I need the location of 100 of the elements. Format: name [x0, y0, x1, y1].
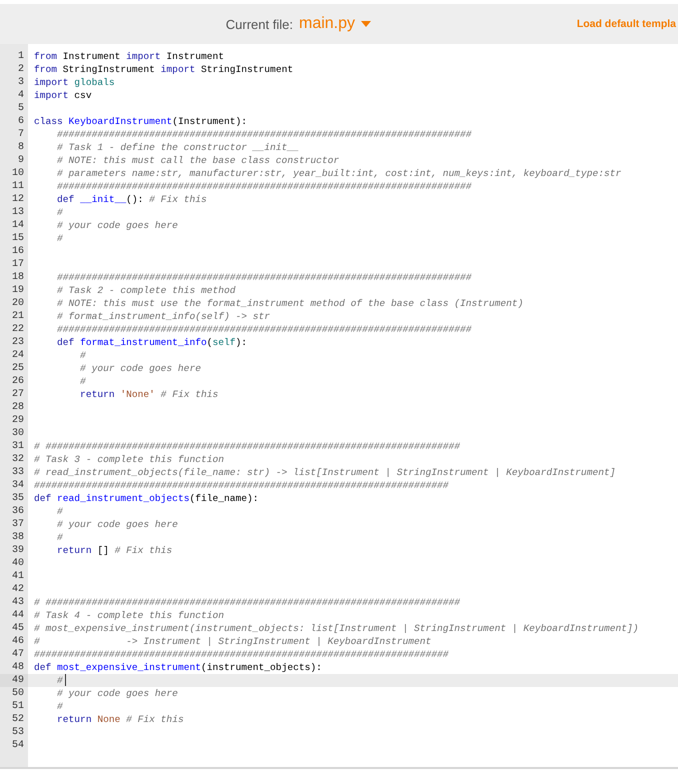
code-line: # NOTE: this must use the format_instrument method of the base class (Instrument)	[56, 297, 524, 310]
code-line: # your code goes here	[56, 518, 178, 531]
current-file-label: Current file:	[226, 16, 293, 32]
code-line: def __init__(): # Fix this	[56, 193, 207, 206]
line-number: 35	[10, 492, 25, 505]
line-number: 25	[10, 362, 25, 375]
line-number: 5	[16, 102, 25, 115]
code-line: def most_expensive_instrument(instrument_objects):	[33, 661, 322, 674]
code-line: #	[79, 375, 86, 388]
line-number: 21	[10, 310, 25, 323]
code-line: # NOTE: this must call the base class constructor	[56, 154, 340, 167]
code-line: ########################################################################	[56, 180, 472, 193]
code-line: # -> Instrument | StringInstrument | KeyboardInstrument	[33, 635, 432, 648]
code-line: # Task 3 - complete this function	[33, 453, 224, 466]
line-number: 54	[10, 739, 25, 752]
line-number: 34	[10, 479, 25, 492]
code-line: import csv	[33, 89, 92, 102]
code-line: # parameters name:str, manufacturer:str, year_built:int, cost:int, num_keys:int, keyboard_type:str	[56, 167, 622, 180]
line-number: 16	[10, 245, 25, 258]
line-number: 10	[10, 167, 25, 180]
code-line: # your code goes here	[79, 362, 201, 375]
line-number: 31	[10, 440, 25, 453]
line-number: 40	[10, 557, 25, 570]
line-number: 18	[10, 271, 25, 284]
line-number: 4	[16, 89, 25, 102]
code-line: ########################################################################	[56, 271, 472, 284]
line-number: 19	[10, 284, 25, 297]
line-number: 15	[10, 232, 25, 245]
code-line: ########################################################################	[56, 323, 472, 336]
line-number: 47	[10, 648, 25, 661]
code-line: #	[56, 206, 63, 219]
line-number: 22	[10, 323, 25, 336]
code-line: # ########################################################################	[33, 596, 460, 609]
line-number: 20	[10, 297, 25, 310]
code-line: #	[56, 232, 63, 245]
line-number: 6	[16, 115, 25, 128]
line-number: 42	[10, 583, 25, 596]
text-cursor	[64, 674, 66, 686]
line-number: 39	[10, 544, 25, 557]
code-line: def read_instrument_objects(file_name):	[33, 492, 259, 505]
line-number: 45	[10, 622, 25, 635]
code-line: # your code goes here	[56, 219, 178, 232]
code-line: #	[79, 349, 86, 362]
code-line: return [] # Fix this	[56, 544, 172, 557]
line-number: 33	[10, 466, 25, 479]
line-number: 26	[10, 375, 25, 388]
code-line: # Task 2 - complete this method	[56, 284, 236, 297]
line-number: 41	[10, 570, 25, 583]
line-number: 38	[10, 531, 25, 544]
line-number: 11	[10, 180, 25, 193]
caret-icon	[361, 21, 372, 27]
code-line: ########################################################################	[33, 648, 449, 661]
line-number: 12	[10, 193, 25, 206]
line-number: 2	[16, 63, 25, 76]
code-line: ########################################################################	[33, 479, 449, 492]
code-editor[interactable]	[0, 44, 678, 769]
line-number: 29	[10, 414, 25, 427]
code-line: # most_expensive_instrument(instrument_objects: list[Instrument | StringInstrument | KeyboardInstrument])	[33, 622, 639, 635]
line-number: 1	[16, 50, 25, 63]
code-line: # read_instrument_objects(file_name: str) -> list[Instrument | StringInstrument | KeyboardInstrument]	[33, 466, 616, 479]
line-number: 36	[10, 505, 25, 518]
line-number: 9	[16, 154, 25, 167]
file-dropdown[interactable]: main.py	[298, 15, 372, 33]
line-number: 48	[10, 661, 25, 674]
code-line: # format_instrument_info(self) -> str	[56, 310, 270, 323]
code-line: ########################################################################	[56, 128, 472, 141]
code-line: return 'None' # Fix this	[79, 388, 218, 401]
code-line: #	[56, 505, 63, 518]
line-number: 28	[10, 401, 25, 414]
line-number: 7	[16, 128, 25, 141]
line-number: 14	[10, 219, 25, 232]
line-number: 27	[10, 388, 25, 401]
line-number: 23	[10, 336, 25, 349]
line-number: 44	[10, 609, 25, 622]
line-number: 24	[10, 349, 25, 362]
code-line: import globals	[33, 76, 115, 89]
line-number: 50	[10, 687, 25, 700]
line-number: 49	[0, 674, 28, 687]
line-number: 3	[16, 76, 25, 89]
line-number: 51	[10, 700, 25, 713]
code-line: # your code goes here	[56, 687, 178, 700]
code-line: from StringInstrument import StringInstrument	[33, 63, 294, 76]
code-line: class KeyboardInstrument(Instrument):	[33, 115, 248, 128]
line-number: 46	[10, 635, 25, 648]
code-line: # ########################################################################	[33, 440, 460, 453]
code-line: return None # Fix this	[56, 713, 184, 726]
code-line: def format_instrument_info(self):	[56, 336, 248, 349]
code-line: # Task 4 - complete this function	[33, 609, 224, 622]
line-number: 17	[10, 258, 25, 271]
load-template-link[interactable]: Load default templa	[576, 18, 678, 30]
code-line: from Instrument import Instrument	[33, 50, 224, 63]
line-number: 52	[10, 713, 25, 726]
code-line: #	[56, 674, 63, 687]
line-number: 43	[10, 596, 25, 609]
code-line: #	[56, 700, 63, 713]
line-number: 32	[10, 453, 25, 466]
line-number: 30	[10, 427, 25, 440]
code-line: # Task 1 - define the constructor __init__	[56, 141, 299, 154]
line-number: 13	[10, 206, 25, 219]
line-number: 8	[16, 141, 25, 154]
